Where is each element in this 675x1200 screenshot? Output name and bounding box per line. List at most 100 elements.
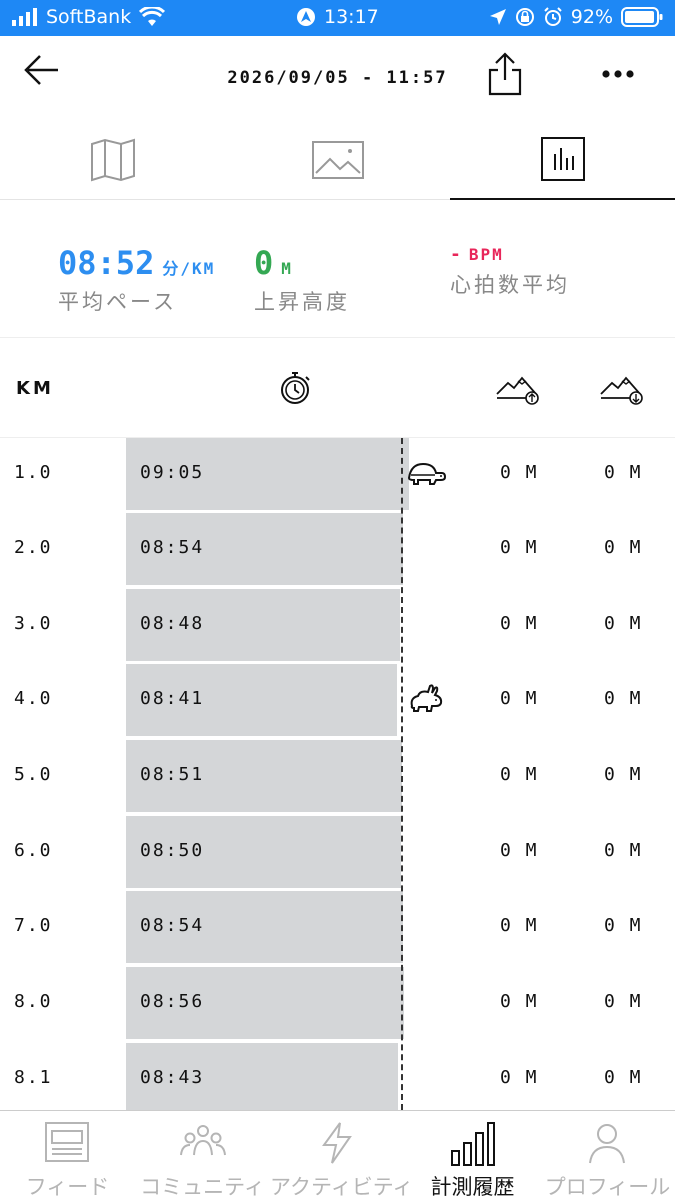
tab-splits[interactable] bbox=[450, 120, 675, 200]
average-pace-value: 08:52 bbox=[58, 244, 155, 282]
heart-rate-label: 心拍数平均 bbox=[450, 273, 570, 297]
split-pace: 08:48 bbox=[140, 613, 205, 634]
map-icon bbox=[90, 138, 135, 182]
split-row: 8.1 08:43 0 M 0 M bbox=[0, 1043, 675, 1110]
nav-community-label: コミュニティ bbox=[140, 1175, 265, 1199]
split-elevation-down: 0 M bbox=[604, 688, 643, 709]
wifi-icon bbox=[139, 7, 166, 26]
split-pace: 09:05 bbox=[140, 462, 205, 483]
split-row: 8.0 08:56 0 M 0 M bbox=[0, 967, 675, 1039]
status-time: 13:17 bbox=[324, 6, 379, 28]
split-km: 4.0 bbox=[14, 688, 53, 709]
nav-profile-label: プロフィール bbox=[544, 1175, 671, 1199]
elevation-up-icon bbox=[496, 376, 539, 405]
split-row: 2.0 08:54 0 M 0 M bbox=[0, 513, 675, 585]
splits-list: 1.0 09:05 0 M 0 M 2.0 08:54 0 M 0 M 3.0 … bbox=[0, 438, 675, 1110]
nav-activity[interactable]: アクティビティ bbox=[270, 1111, 414, 1200]
nav-profile[interactable]: プロフィール bbox=[540, 1111, 675, 1200]
battery-percent: 92% bbox=[570, 6, 613, 28]
nav-feed-label: フィード bbox=[25, 1175, 110, 1199]
elevation-gain-label: 上昇高度 bbox=[254, 290, 350, 314]
split-elevation-down: 0 M bbox=[604, 462, 643, 483]
feed-icon bbox=[45, 1122, 89, 1162]
nav-history-label: 計測履歴 bbox=[430, 1175, 515, 1199]
split-elevation-down: 0 M bbox=[604, 613, 643, 634]
page-title: 2026/09/05 - 11:57 bbox=[227, 68, 448, 88]
header: 2026/09/05 - 11:57 bbox=[0, 36, 675, 120]
split-pace: 08:41 bbox=[140, 688, 205, 709]
split-elevation-down: 0 M bbox=[604, 840, 643, 861]
average-pace-label: 平均ペース bbox=[58, 290, 177, 314]
stat-elevation-gain: 0M 上昇高度 bbox=[254, 244, 350, 316]
split-elevation-down: 0 M bbox=[604, 991, 643, 1012]
stat-average-pace: 08:52 分/KM 平均ペース bbox=[58, 244, 215, 316]
splits-header: KM bbox=[0, 338, 675, 438]
split-elevation-up: 0 M bbox=[500, 991, 539, 1012]
split-elevation-up: 0 M bbox=[500, 764, 539, 785]
nav-history[interactable]: 計測履歴 bbox=[405, 1111, 540, 1200]
split-pace: 08:54 bbox=[140, 537, 205, 558]
status-right: 92% bbox=[489, 6, 663, 28]
carrier-name: SoftBank bbox=[46, 6, 132, 28]
bottom-nav: フィード コミュニティ アクティビティ 計測履歴 プロフィール bbox=[0, 1110, 675, 1200]
split-pace: 08:50 bbox=[140, 840, 205, 861]
navigation-app-icon bbox=[297, 8, 315, 26]
split-row: 7.0 08:54 0 M 0 M bbox=[0, 891, 675, 963]
split-km: 8.0 bbox=[14, 991, 53, 1012]
rabbit-icon bbox=[410, 684, 443, 712]
split-elevation-up: 0 M bbox=[500, 688, 539, 709]
more-options-icon[interactable] bbox=[598, 64, 638, 84]
split-pace: 08:51 bbox=[140, 764, 205, 785]
nav-community[interactable]: コミュニティ bbox=[135, 1111, 270, 1200]
image-icon bbox=[311, 141, 364, 179]
community-icon bbox=[180, 1125, 226, 1156]
summary-stats: 08:52 分/KM 平均ペース 0M 上昇高度 - BPM 心拍数平均 bbox=[0, 200, 675, 338]
split-elevation-up: 0 M bbox=[500, 462, 539, 483]
split-row: 4.0 08:41 0 M 0 M bbox=[0, 664, 675, 736]
location-arrow-icon bbox=[489, 9, 506, 25]
share-icon[interactable] bbox=[486, 50, 524, 98]
split-elevation-up: 0 M bbox=[500, 1067, 539, 1088]
split-elevation-down: 0 M bbox=[604, 537, 643, 558]
back-arrow-icon[interactable] bbox=[22, 50, 62, 90]
profile-icon bbox=[589, 1124, 625, 1164]
activity-icon bbox=[322, 1122, 352, 1164]
tab-photos[interactable] bbox=[225, 120, 450, 200]
split-row: 3.0 08:48 0 M 0 M bbox=[0, 589, 675, 661]
elevation-gain-unit: M bbox=[281, 259, 293, 278]
stat-heart-rate: - BPM 心拍数平均 bbox=[450, 244, 570, 299]
split-elevation-up: 0 M bbox=[500, 840, 539, 861]
elevation-down-icon bbox=[600, 376, 643, 405]
split-elevation-up: 0 M bbox=[500, 915, 539, 936]
history-icon bbox=[451, 1122, 495, 1166]
rotation-lock-icon bbox=[515, 8, 534, 26]
battery-icon bbox=[621, 7, 663, 27]
elevation-gain-value: 0 bbox=[254, 244, 274, 282]
split-row: 6.0 08:50 0 M 0 M bbox=[0, 816, 675, 888]
stopwatch-icon bbox=[281, 372, 310, 404]
chart-icon bbox=[540, 137, 585, 181]
alarm-icon bbox=[544, 7, 562, 26]
signal-icon bbox=[12, 8, 37, 26]
split-km: 7.0 bbox=[14, 915, 53, 936]
status-bar: SoftBank 13:17 92% bbox=[0, 0, 675, 36]
split-pace: 08:56 bbox=[140, 991, 205, 1012]
clock-group: 13:17 bbox=[296, 6, 379, 28]
split-elevation-up: 0 M bbox=[500, 613, 539, 634]
split-elevation-down: 0 M bbox=[604, 764, 643, 785]
split-pace: 08:54 bbox=[140, 915, 205, 936]
nav-feed[interactable]: フィード bbox=[0, 1111, 135, 1200]
split-row: 1.0 09:05 0 M 0 M bbox=[0, 438, 675, 510]
tab-map[interactable] bbox=[0, 120, 225, 200]
split-row: 5.0 08:51 0 M 0 M bbox=[0, 740, 675, 812]
carrier-group: SoftBank bbox=[12, 6, 166, 28]
split-km: 2.0 bbox=[14, 537, 53, 558]
split-pace: 08:43 bbox=[140, 1067, 205, 1088]
view-tabs bbox=[0, 120, 675, 200]
average-pace-unit: 分/KM bbox=[162, 259, 216, 278]
km-column-header: KM bbox=[16, 378, 54, 399]
split-elevation-down: 0 M bbox=[604, 1067, 643, 1088]
turtle-icon bbox=[407, 462, 446, 485]
split-km: 1.0 bbox=[14, 462, 53, 483]
nav-activity-label: アクティビティ bbox=[270, 1175, 414, 1199]
